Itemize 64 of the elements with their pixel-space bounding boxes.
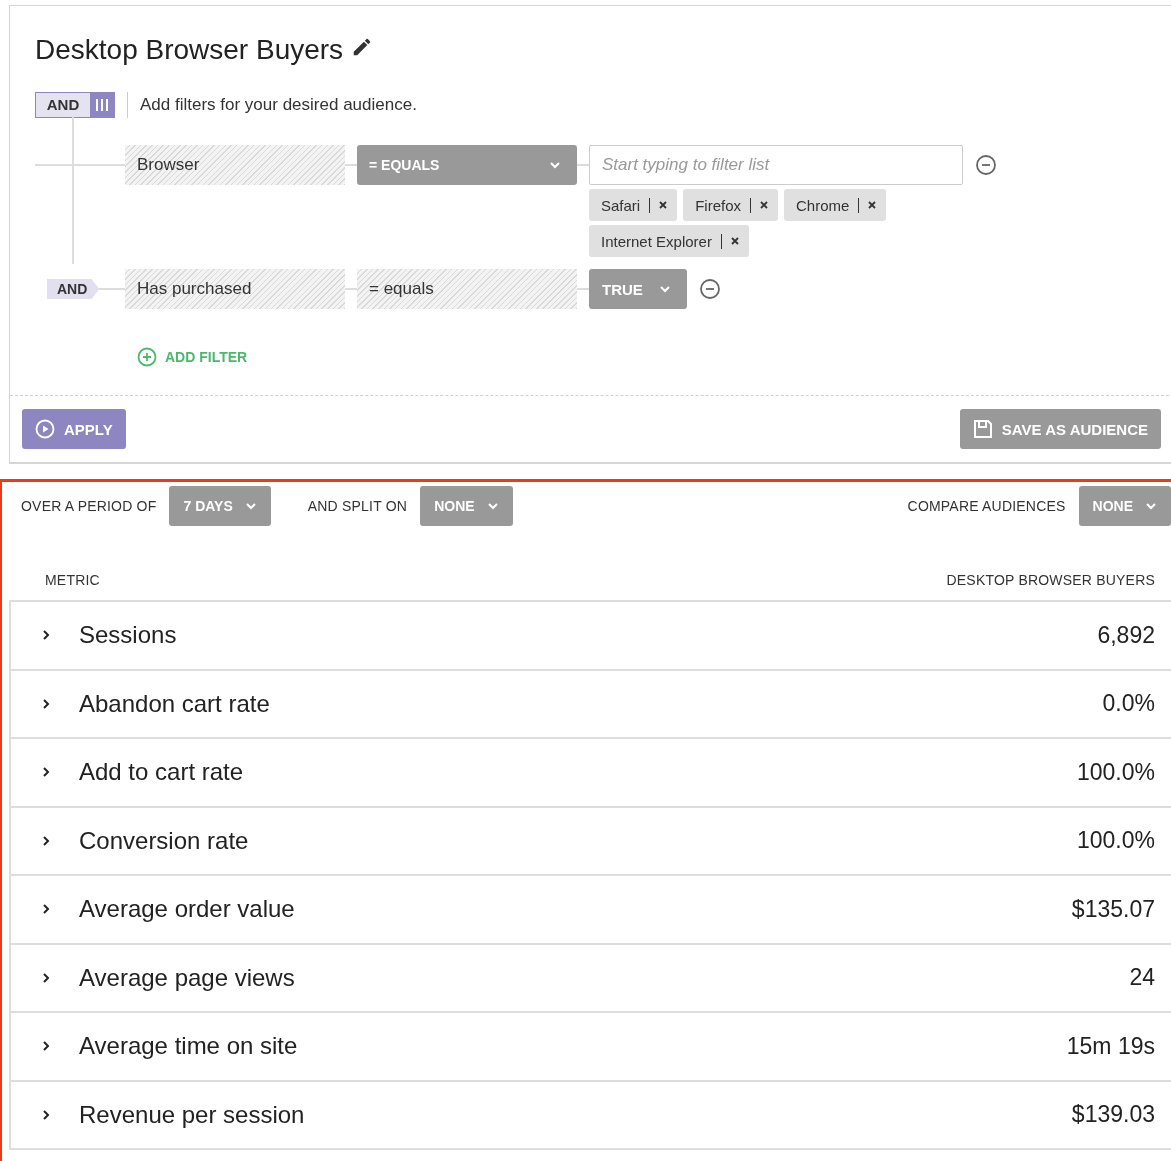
plus-circle-icon — [137, 347, 157, 367]
bars-icon — [95, 99, 109, 111]
chevron-down-icon — [244, 502, 257, 510]
close-icon[interactable] — [760, 201, 769, 209]
chevron-right-icon[interactable] — [41, 1108, 51, 1121]
metric-value: 100.0% — [1077, 758, 1155, 786]
chevron-right-icon[interactable] — [41, 903, 51, 916]
metric-value: 6,892 — [1097, 621, 1155, 649]
floppy-icon — [972, 419, 993, 439]
metric-row[interactable]: Average page views 24 — [11, 942, 1171, 1011]
metric-value: 100.0% — [1077, 827, 1155, 855]
chevron-down-icon — [549, 161, 561, 169]
operator-label: = equals — [357, 269, 577, 309]
chevron-right-icon[interactable] — [41, 971, 51, 984]
column-header: DESKTOP BROWSER BUYERS — [946, 572, 1155, 588]
filter-input[interactable]: Start typing to filter list — [589, 145, 963, 185]
metric-name: Abandon cart rate — [79, 689, 270, 718]
remove-icon[interactable] — [699, 278, 721, 300]
close-icon[interactable] — [730, 237, 739, 245]
remove-icon[interactable] — [975, 154, 997, 176]
metric-row[interactable]: Average time on site 15m 19s — [11, 1011, 1171, 1080]
and-connector: AND — [47, 279, 100, 299]
metric-row[interactable]: Revenue per session $139.03 — [11, 1079, 1171, 1148]
filter-tag[interactable]: Chrome — [784, 189, 887, 221]
play-icon — [35, 419, 55, 439]
column-header: METRIC — [45, 572, 100, 588]
field-name: Has purchased — [125, 269, 345, 309]
metric-value: $135.07 — [1071, 895, 1155, 923]
chevron-right-icon[interactable] — [41, 834, 51, 847]
metric-name: Average order value — [79, 895, 295, 924]
filter-tag[interactable]: Safari — [589, 189, 678, 221]
metric-value: 15m 19s — [1066, 1032, 1155, 1060]
metric-value: 0.0% — [1102, 690, 1155, 718]
metric-value: $139.03 — [1071, 1101, 1155, 1129]
close-icon[interactable] — [659, 201, 668, 209]
chevron-right-icon[interactable] — [41, 629, 51, 642]
filter-tag[interactable]: Internet Explorer — [589, 225, 749, 257]
chevron-right-icon[interactable] — [41, 766, 51, 779]
chevron-right-icon[interactable] — [41, 1040, 51, 1053]
control-label: OVER A PERIOD OF — [21, 498, 157, 514]
metric-row[interactable]: Sessions 6,892 — [11, 602, 1171, 669]
logic-toggle[interactable]: AND — [35, 92, 115, 118]
metric-value: 24 — [1129, 964, 1155, 992]
metric-name: Average time on site — [79, 1032, 298, 1061]
close-icon[interactable] — [868, 201, 877, 209]
filter-tag[interactable]: Firefox — [683, 189, 779, 221]
metric-name: Add to cart rate — [79, 758, 244, 787]
chevron-down-icon — [486, 502, 499, 510]
metric-name: Sessions — [79, 621, 177, 650]
hint-text: Add filters for your desired audience. — [127, 92, 417, 118]
metric-row[interactable]: Add to cart rate 100.0% — [11, 737, 1171, 806]
control-label: AND SPLIT ON — [307, 498, 408, 514]
chevron-down-icon — [659, 285, 671, 293]
metric-row[interactable]: Abandon cart rate 0.0% — [11, 668, 1171, 737]
metric-name: Revenue per session — [79, 1100, 305, 1129]
chevron-down-icon — [1145, 502, 1157, 510]
chevron-right-icon[interactable] — [41, 697, 51, 710]
audience-title: Desktop Browser Buyers — [35, 34, 344, 66]
metric-row[interactable]: Conversion rate 100.0% — [11, 805, 1171, 874]
field-name: Browser — [125, 145, 345, 185]
metric-row[interactable]: Average order value $135.07 — [11, 874, 1171, 943]
metric-name: Average page views — [79, 963, 295, 992]
metric-name: Conversion rate — [79, 826, 249, 855]
control-label: COMPARE AUDIENCES — [907, 498, 1066, 514]
